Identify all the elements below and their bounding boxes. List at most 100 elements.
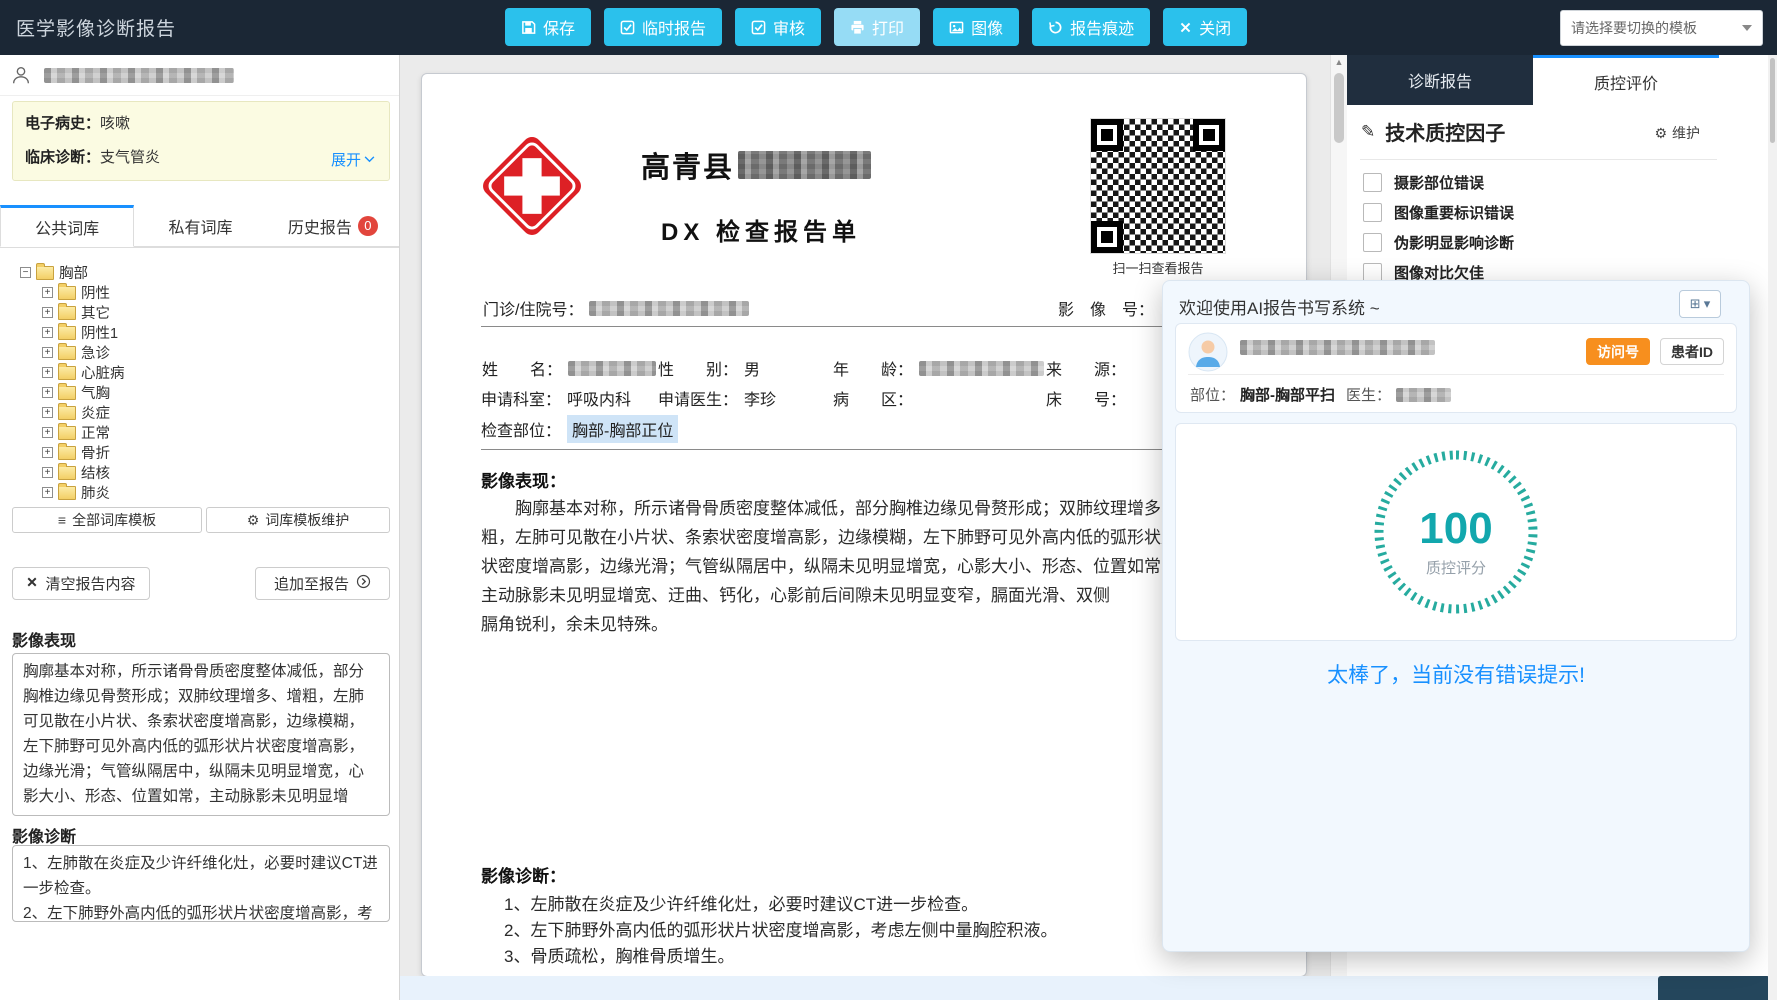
tree-node[interactable]: +阴性1 — [20, 322, 380, 342]
exam-part-value: 胸部-胸部正位 — [567, 415, 678, 443]
footer-strip — [400, 976, 1777, 1000]
expand-icon[interactable]: + — [42, 387, 53, 398]
patient-name-redacted — [44, 68, 234, 83]
expand-icon[interactable]: + — [42, 347, 53, 358]
close-button[interactable]: 关闭 — [1163, 8, 1247, 46]
bed-field: 床 号： — [1046, 386, 1126, 410]
layout-grid-button[interactable]: ⊞▾ — [1679, 290, 1721, 318]
clinical-value: 支气管炎 — [100, 149, 160, 166]
tree-node[interactable]: +炎症 — [20, 402, 380, 422]
scrollbar-thumb[interactable] — [1334, 73, 1344, 143]
folder-icon — [58, 286, 76, 300]
tree-node[interactable]: +其它 — [20, 302, 380, 322]
tab-history-reports[interactable]: 历史报告 0 — [267, 205, 399, 247]
divider — [1360, 159, 1717, 160]
tree-node-root[interactable]: − 胸部 — [20, 262, 380, 282]
folder-icon — [58, 326, 76, 340]
ai-dialog-title: 欢迎使用AI报告书写系统 ~ — [1179, 294, 1380, 319]
lexicon-tabs: 公共词库 私有词库 历史报告 0 — [0, 205, 399, 248]
left-sidebar: 电子病史：咳嗽 临床诊断：支气管炎 展开 公共词库 私有词库 历史报告 0 − … — [0, 55, 400, 1000]
tree-node[interactable]: +急诊 — [20, 342, 380, 362]
findings-section-title: 影像表现： — [481, 467, 566, 492]
pencil-icon: ✎ — [1361, 122, 1375, 142]
list-icon: ≡ — [58, 512, 66, 528]
tree-node[interactable]: +骨折 — [20, 442, 380, 462]
tree-node[interactable]: +阴性 — [20, 282, 380, 302]
expand-icon[interactable]: + — [42, 447, 53, 458]
score-gauge: 100 质控评分 — [1361, 437, 1551, 627]
ehr-line: 电子病史：咳嗽 — [25, 112, 377, 133]
divider — [481, 326, 1247, 327]
expand-link[interactable]: 展开 — [331, 149, 375, 170]
expand-icon[interactable]: + — [42, 427, 53, 438]
expand-icon[interactable]: + — [42, 407, 53, 418]
image-no-field: 影 像 号： — [1058, 296, 1154, 320]
visit-no-button[interactable]: 访问号 — [1586, 338, 1650, 365]
expand-icon[interactable]: + — [42, 367, 53, 378]
toolbar: 保存 临时报告 审核 打印 图像 报告痕迹 关闭 — [505, 8, 1247, 46]
expand-icon[interactable]: + — [42, 287, 53, 298]
hospital-name-redacted — [738, 151, 871, 179]
gender-field: 性 别： 男 — [658, 356, 760, 380]
quality-section-header: ✎ 技术质控因子 — [1361, 117, 1505, 146]
folder-icon — [58, 426, 76, 440]
patient-id-button[interactable]: 患者ID — [1660, 338, 1724, 365]
tree-node[interactable]: +结核 — [20, 462, 380, 482]
source-field: 来 源： — [1046, 356, 1126, 380]
checkbox[interactable] — [1363, 263, 1382, 282]
save-button[interactable]: 保存 — [505, 8, 591, 46]
tree-node[interactable]: +心脏病 — [20, 362, 380, 382]
request-doctor-field: 申请医生： 李珍 — [658, 386, 776, 410]
page-scrollbar[interactable] — [1768, 55, 1777, 1000]
diagnosis-textarea[interactable]: 1、左肺散在炎症及少许纤维化灶，必要时建议CT进一步检查。 2、左下肺野外高内低… — [12, 845, 390, 922]
temp-report-button[interactable]: 临时报告 — [604, 8, 722, 46]
checkbox[interactable] — [1363, 203, 1382, 222]
expand-icon[interactable]: + — [42, 327, 53, 338]
all-templates-button[interactable]: ≡ 全部词库模板 — [12, 507, 202, 533]
maintain-button[interactable]: ⚙ 维护 — [1654, 123, 1700, 143]
audit-button[interactable]: 审核 — [735, 8, 821, 46]
template-select[interactable]: 请选择要切换的模板 — [1560, 10, 1763, 46]
append-arrow-icon — [356, 574, 371, 593]
findings-textarea[interactable]: 胸廓基本对称，所示诸骨骨质密度整体减低，部分胸椎边缘见骨赘形成；双肺纹理增多、增… — [12, 653, 390, 816]
checkbox[interactable] — [1363, 173, 1382, 192]
print-button[interactable]: 打印 — [834, 8, 920, 46]
scrollbar-thumb[interactable] — [1770, 58, 1775, 143]
tree-node[interactable]: +正常 — [20, 422, 380, 442]
scroll-up-icon[interactable]: ▲ — [1331, 57, 1347, 67]
printer-icon — [850, 20, 865, 35]
app-title: 医学影像诊断报告 — [16, 0, 176, 55]
tree-node[interactable]: +肺炎 — [20, 482, 380, 502]
patient-name-redacted — [568, 361, 656, 376]
template-maintain-button[interactable]: ⚙ 词库模板维护 — [206, 507, 390, 533]
folder-icon — [58, 386, 76, 400]
lexicon-tree: − 胸部 +阴性 +其它 +阴性1 +急诊 +心脏病 +气胸 +炎症 +正常 +… — [20, 262, 380, 502]
clear-report-button[interactable]: 清空报告内容 — [12, 567, 150, 600]
tab-diagnostic-report[interactable]: 诊断报告 — [1347, 55, 1533, 105]
collapse-icon[interactable]: − — [20, 267, 31, 278]
image-button[interactable]: 图像 — [933, 8, 1019, 46]
folder-icon — [58, 346, 76, 360]
report-type-title: DX 检查报告单 — [661, 212, 861, 247]
tab-private-lexicon[interactable]: 私有词库 — [134, 205, 266, 247]
image-icon — [949, 20, 964, 35]
divider — [1188, 374, 1724, 375]
partial-footer-element — [1658, 976, 1770, 1000]
report-trace-button[interactable]: 报告痕迹 — [1032, 8, 1150, 46]
ai-patient-card: 访问号 患者ID 部位： 胸部-胸部平扫 医生： — [1175, 323, 1737, 413]
tab-quality-evaluation[interactable]: 质控评价 — [1533, 55, 1719, 105]
findings-paragraph: 胸廓基本对称，所示诸骨骨质密度整体减低，部分胸椎边缘见骨赘形成；双肺纹理增多、增… — [481, 494, 1247, 639]
ai-status-message: 太棒了，当前没有错误提示! — [1163, 659, 1749, 689]
qr-code — [1091, 119, 1225, 253]
tree-node[interactable]: +气胸 — [20, 382, 380, 402]
expand-icon[interactable]: + — [42, 487, 53, 498]
checkbox[interactable] — [1363, 233, 1382, 252]
expand-icon[interactable]: + — [42, 467, 53, 478]
caret-down-icon: ▾ — [1704, 296, 1711, 312]
diagnosis-item: 1、左肺散在炎症及少许纤维化灶，必要时建议CT进一步检查。 — [504, 890, 1244, 915]
append-to-report-button[interactable]: 追加至报告 — [255, 567, 390, 600]
expand-icon[interactable]: + — [42, 307, 53, 318]
findings-label: 影像表现 — [12, 627, 76, 651]
tab-public-lexicon[interactable]: 公共词库 — [0, 205, 134, 247]
folder-icon — [58, 366, 76, 380]
